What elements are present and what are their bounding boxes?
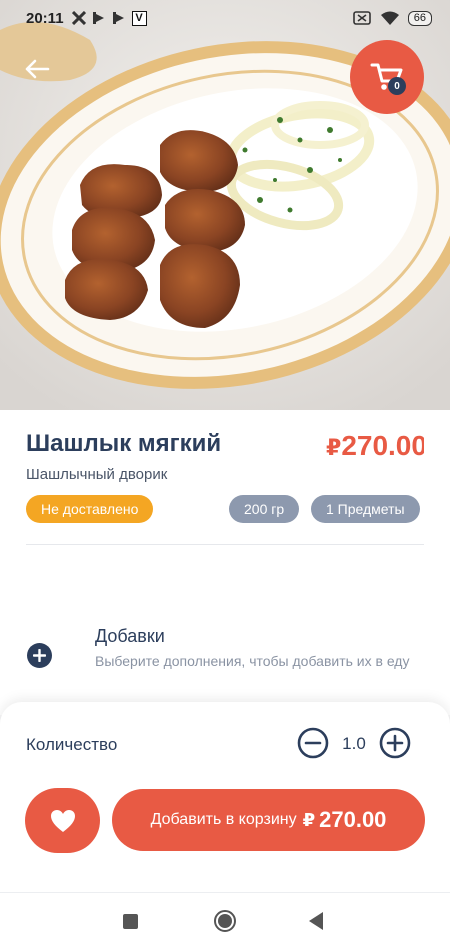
- add-to-cart-button[interactable]: Добавить в корзину ₽270.00: [112, 789, 425, 851]
- quantity-value: 1.0: [342, 734, 366, 753]
- increase-quantity-button[interactable]: [379, 727, 411, 759]
- status-bar: 20:11 V 66: [0, 0, 450, 36]
- notification-icon: [112, 12, 124, 24]
- delivery-status-badge: Не доставлено: [26, 495, 154, 523]
- favorite-button[interactable]: [25, 788, 100, 853]
- alarm-off-icon: [352, 11, 371, 25]
- wifi-icon: [380, 11, 399, 25]
- heart-icon: [50, 809, 75, 832]
- decrease-quantity-button[interactable]: [297, 727, 329, 759]
- plus-icon: [33, 649, 46, 662]
- add-to-cart-total: 270.00: [319, 807, 387, 832]
- product-title: Шашлык мягкий: [26, 430, 222, 457]
- home-button[interactable]: [214, 910, 236, 932]
- product-image: 0: [0, 0, 450, 410]
- items-chip: 1 Предметы: [311, 495, 420, 523]
- addons-subtitle: Выберите дополнения, чтобы добавить их в…: [95, 653, 410, 669]
- notification-icons: V: [71, 10, 147, 26]
- status-time: 20:11: [26, 9, 64, 27]
- add-to-cart-currency: ₽: [302, 809, 316, 830]
- add-addons-button[interactable]: [27, 643, 52, 668]
- recent-apps-button[interactable]: [123, 914, 138, 929]
- add-to-cart-label: Добавить в корзину: [150, 811, 297, 828]
- system-nav-bar: [0, 892, 450, 950]
- restaurant-name: Шашлычный дворик: [26, 466, 168, 483]
- status-right: 66: [352, 10, 432, 26]
- home-icon: [218, 914, 232, 928]
- weight-chip: 200 гр: [229, 495, 300, 523]
- price-value: 270.00: [341, 430, 424, 461]
- product-info: Шашлык мягкий ₽270.00 Шашлычный дворик Н…: [0, 410, 450, 545]
- back-button[interactable]: [20, 52, 54, 86]
- arrow-left-icon: [25, 59, 50, 79]
- battery-indicator: 66: [407, 10, 432, 26]
- order-sheet: Количество 1.0 Добавить в корзину ₽270.0…: [0, 702, 450, 892]
- product-price: ₽270.00: [326, 430, 424, 462]
- addons-section[interactable]: Добавки Выберите дополнения, чтобы добав…: [0, 545, 450, 715]
- quantity-label: Количество: [26, 735, 118, 754]
- system-back-button[interactable]: [309, 912, 323, 930]
- notification-icon: [71, 11, 86, 25]
- price-currency: ₽: [326, 435, 342, 460]
- addons-title: Добавки: [95, 626, 165, 646]
- notification-icon: [92, 12, 104, 24]
- v-app-icon: V: [131, 10, 147, 26]
- cart-count-badge: 0: [388, 77, 406, 95]
- cart-button[interactable]: 0: [350, 40, 424, 114]
